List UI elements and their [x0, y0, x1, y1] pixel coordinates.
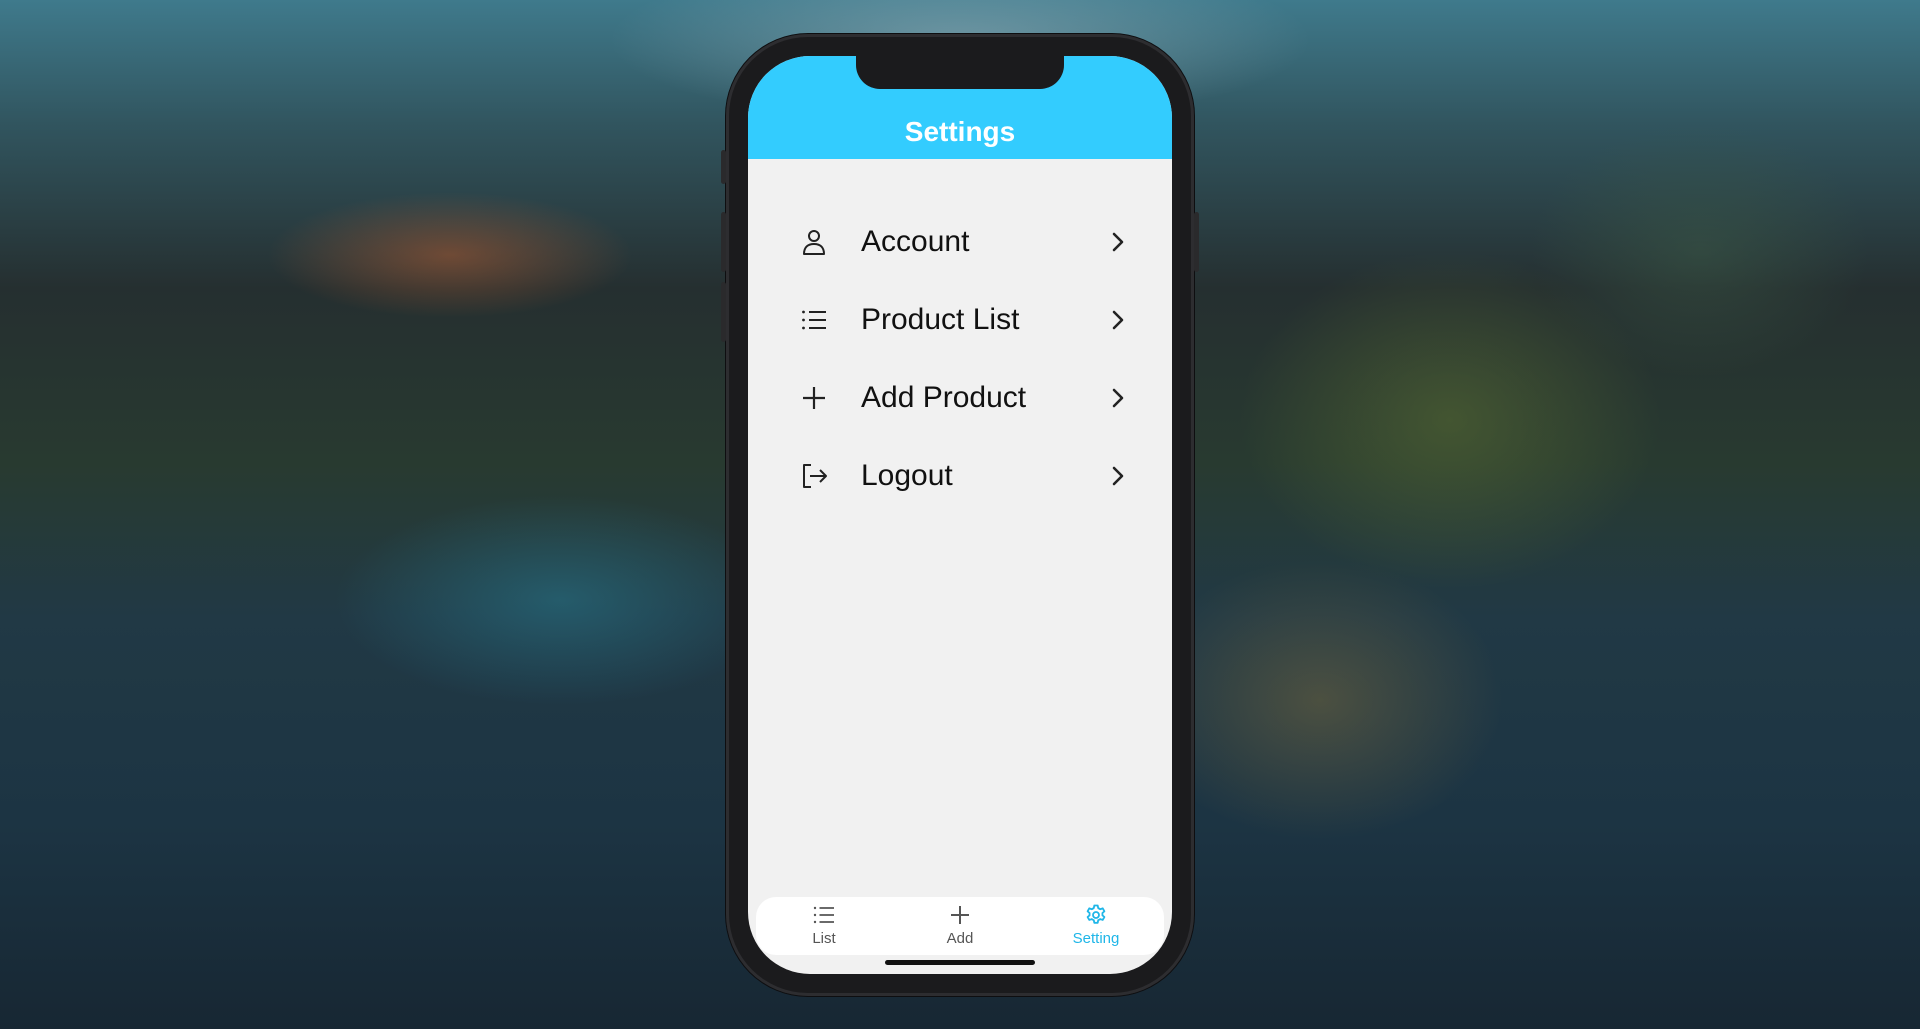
home-indicator	[885, 960, 1035, 965]
volume-down-button	[721, 282, 726, 342]
menu-item-product-list[interactable]: Product List	[748, 284, 1172, 356]
chevron-right-icon	[1112, 388, 1124, 408]
volume-up-button	[721, 212, 726, 272]
notch	[856, 56, 1064, 89]
menu-item-account[interactable]: Account	[748, 206, 1172, 278]
power-button	[1194, 212, 1199, 272]
chevron-right-icon	[1112, 466, 1124, 486]
list-icon	[813, 906, 834, 924]
mute-switch	[721, 150, 726, 184]
tab-label: Add	[946, 930, 974, 947]
menu-item-label: Logout	[861, 459, 953, 492]
menu-item-add-product[interactable]: Add Product	[748, 362, 1172, 434]
menu-item-label: Product List	[861, 303, 1020, 336]
menu-item-label: Add Product	[861, 381, 1027, 414]
menu-item-label: Account	[861, 225, 970, 258]
page-title: Settings	[904, 116, 1016, 147]
chevron-right-icon	[1112, 310, 1124, 330]
gear-icon	[1086, 904, 1106, 924]
tab-setting[interactable]: Setting	[1028, 897, 1164, 955]
tab-list[interactable]: List	[756, 897, 892, 955]
app-screen: Settings Account Product List Add Produc…	[748, 56, 1172, 974]
tab-label: List	[812, 930, 836, 947]
menu-item-logout[interactable]: Logout	[748, 440, 1172, 512]
tab-label: Setting	[1072, 930, 1120, 947]
bottom-tab-bar: List Add Setting	[756, 897, 1164, 955]
logout-icon	[803, 464, 827, 488]
chevron-right-icon	[1112, 232, 1124, 252]
person-icon	[803, 230, 825, 255]
plus-icon	[951, 906, 969, 924]
list-icon	[802, 310, 826, 330]
tab-add[interactable]: Add	[892, 897, 1028, 955]
plus-icon	[803, 387, 825, 409]
